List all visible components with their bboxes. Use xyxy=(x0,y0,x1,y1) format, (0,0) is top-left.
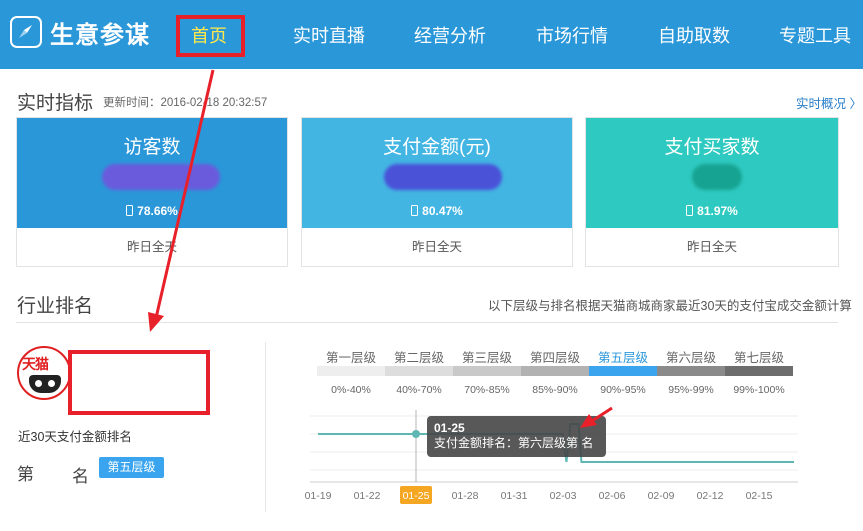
kpi-mobile-share: 81.97% xyxy=(586,204,838,218)
tier-name-active[interactable]: 第五层级 xyxy=(589,347,657,366)
x-tick-label: 02-06 xyxy=(599,490,626,502)
kpi-card-payment-amount[interactable]: 支付金额(元) 80.47% 昨日全天 xyxy=(301,117,573,267)
tmall-logo-text: 天猫 xyxy=(22,356,49,372)
x-tick-label: 01-31 xyxy=(501,490,528,502)
update-time: 更新时间：2016-02-18 20:32:57 xyxy=(103,97,268,109)
kpi-card-buyers[interactable]: 支付买家数 81.97% 昨日全天 xyxy=(585,117,839,267)
tier-range: 85%-90% xyxy=(532,384,578,396)
x-tick-label: 01-25 xyxy=(403,490,430,502)
nav-item-live[interactable]: 实时直播 xyxy=(293,22,365,48)
mobile-icon xyxy=(686,205,694,216)
mobile-icon xyxy=(411,205,419,216)
tmall-cat-icon xyxy=(29,375,61,393)
kpi-mobile-share: 80.47% xyxy=(302,204,572,218)
tier-bar xyxy=(725,366,793,376)
top-nav: 生意参谋 首页 实时直播 经营分析 市场行情 自助取数 专题工具 xyxy=(0,0,863,69)
kpi-title: 支付金额(元) xyxy=(383,137,491,158)
redacted-value xyxy=(102,164,220,190)
rank-label: 近30天支付金额排名 xyxy=(18,430,132,444)
tier-bar xyxy=(453,366,521,376)
rank-prefix: 第 xyxy=(17,465,34,484)
kpi-title: 访客数 xyxy=(123,137,181,158)
ranking-note: 以下层级与排名根据天猫商城商家最近30天的支付宝成交金额计算 xyxy=(488,299,852,313)
kpi-footer: 昨日全天 xyxy=(126,240,177,254)
tier-bar xyxy=(385,366,453,376)
tier-bar xyxy=(317,366,385,376)
tier-bar xyxy=(589,366,657,376)
kpi-card-header: 访客数 78.66% xyxy=(17,118,287,228)
kpi-card-visitors[interactable]: 访客数 78.66% 昨日全天 xyxy=(16,117,288,267)
x-tick-label: 01-28 xyxy=(452,490,479,502)
x-tick-label: 02-09 xyxy=(648,490,675,502)
tier-bar xyxy=(657,366,725,376)
shop-name-highlight-box xyxy=(68,350,210,415)
realtime-overview-link[interactable]: 实时概况 〉 xyxy=(796,93,862,112)
tooltip-value: 支付金额排名：第六层级第 名 xyxy=(434,436,594,450)
rank-suffix: 名 xyxy=(72,467,89,486)
tier-range: 40%-70% xyxy=(396,384,442,396)
x-tick-label: 01-19 xyxy=(305,490,332,502)
nav-item-self-service[interactable]: 自助取数 xyxy=(658,22,730,48)
x-tick-label: 02-15 xyxy=(746,490,773,502)
x-tick-label: 01-22 xyxy=(354,490,381,502)
redacted-value xyxy=(692,164,742,190)
tier-range: 90%-95% xyxy=(600,384,646,396)
kpi-mobile-share: 78.66% xyxy=(17,204,287,218)
tier-range: 0%-40% xyxy=(331,384,371,396)
nav-item-market[interactable]: 市场行情 xyxy=(536,22,608,48)
tier-name[interactable]: 第三层级 xyxy=(453,347,521,366)
kpi-card-header: 支付金额(元) 80.47% xyxy=(302,118,572,228)
tier-range: 99%-100% xyxy=(733,384,785,396)
vertical-divider xyxy=(265,342,266,512)
tmall-logo: 天猫 xyxy=(17,346,71,400)
tooltip-date: 01-25 xyxy=(434,421,465,435)
mobile-icon xyxy=(126,205,134,216)
tier-range: 70%-85% xyxy=(464,384,510,396)
kpi-card-header: 支付买家数 81.97% xyxy=(586,118,838,228)
realtime-title: 实时指标 xyxy=(17,93,94,114)
tier-range: 95%-99% xyxy=(668,384,714,396)
nav-item-operations[interactable]: 经营分析 xyxy=(414,22,486,48)
kpi-footer: 昨日全天 xyxy=(411,240,462,254)
tier-badge: 第五层级 xyxy=(99,457,164,478)
x-tick-label: 02-03 xyxy=(550,490,577,502)
brand-logo[interactable]: 生意参谋 xyxy=(10,14,150,50)
brand-name: 生意参谋 xyxy=(50,21,150,49)
nav-highlight-box xyxy=(176,15,245,57)
tier-bar xyxy=(521,366,589,376)
tier-name[interactable]: 第四层级 xyxy=(521,347,589,366)
kpi-footer: 昨日全天 xyxy=(686,240,737,254)
nav-item-topic-tools[interactable]: 专题工具 xyxy=(779,22,851,48)
kpi-title: 支付买家数 xyxy=(664,137,760,158)
tier-name[interactable]: 第二层级 xyxy=(385,347,453,366)
tier-name[interactable]: 第七层级 xyxy=(725,347,793,366)
x-tick-label: 02-12 xyxy=(697,490,724,502)
ranking-title: 行业排名 xyxy=(17,296,94,317)
tier-name[interactable]: 第一层级 xyxy=(317,347,385,366)
compass-icon xyxy=(10,16,42,48)
section-divider xyxy=(16,322,838,323)
tier-name[interactable]: 第六层级 xyxy=(657,347,725,366)
redacted-value xyxy=(384,164,502,190)
highlight-point xyxy=(412,430,420,438)
chart-tooltip: 01-25 支付金额排名：第六层级第 名 xyxy=(427,416,606,457)
